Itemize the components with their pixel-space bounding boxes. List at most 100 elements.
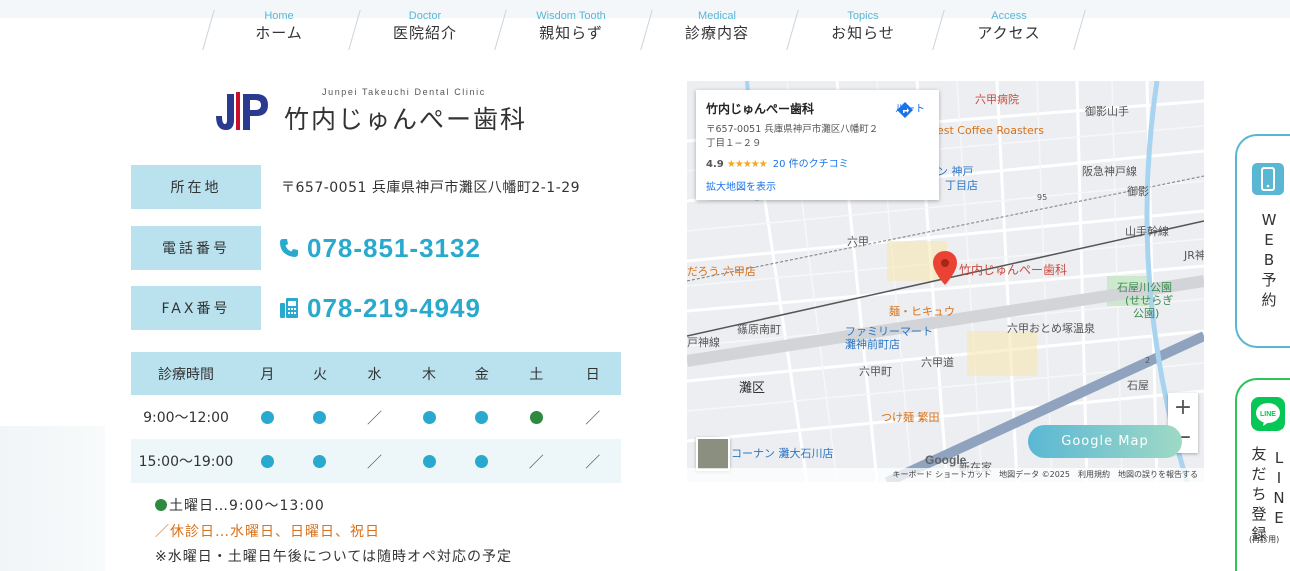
nav-topics[interactable]: Topics お知らせ	[790, 6, 936, 46]
map-label: つけ麺 繁田	[881, 411, 940, 424]
note-surgery: ※水曜日・土曜日午後については随時オペ対応の予定	[155, 549, 513, 565]
reviews-link[interactable]: 20 件のクチコミ	[773, 159, 849, 170]
nav-ja-label: アクセス	[977, 24, 1041, 42]
map-label: 六甲町	[859, 365, 892, 378]
map-label: est Coffee Roasters	[937, 124, 1045, 137]
map-label: 麺・ヒキュウ	[889, 305, 955, 318]
nav-ja-label: ホーム	[255, 24, 303, 42]
map-label: 丁目店	[945, 179, 978, 192]
nav-doctor[interactable]: Doctor 医院紹介	[352, 6, 498, 46]
web-reservation-tab[interactable]: W E B 予 約	[1235, 134, 1290, 348]
nav-ja-label: 親知らず	[539, 24, 603, 42]
fax-number: 078-219-4949	[307, 292, 481, 323]
note-saturday: 土曜日…9:00～13:00	[155, 495, 325, 515]
time-cell: 15:00～19:00	[131, 439, 241, 483]
closed-mark: ／	[528, 452, 544, 471]
day-header: 木	[402, 352, 456, 395]
schedule-table: 診療時間 月 火 水 木 金 土 日 9:00～12:00 ／ ／ 15:00～…	[131, 352, 621, 483]
tel-link[interactable]: 078-851-3132	[279, 233, 481, 264]
nav-en-label: Topics	[847, 10, 879, 22]
nav-ja-label: 診療内容	[684, 24, 749, 42]
schedule-row-afternoon: 15:00～19:00 ／ ／ ／	[131, 439, 621, 483]
nav-ja-label: お知らせ	[831, 24, 895, 42]
google-map-button[interactable]: Google Map	[1028, 425, 1182, 458]
address-row: 所在地 〒657-0051 兵庫県神戸市灘区八幡町2-1-29	[131, 165, 580, 209]
status-cell: ／	[346, 439, 403, 483]
line-icon: LINE	[1251, 397, 1285, 431]
satellite-toggle[interactable]	[696, 437, 730, 471]
map-label: 山手幹線	[1125, 225, 1169, 238]
nav-en-label: Access	[991, 10, 1027, 22]
map-label: 2	[1145, 356, 1151, 365]
status-cell: ／	[564, 395, 621, 439]
clinic-logo[interactable]: Junpei Takeuchi Dental Clinic 竹内じゅんぺー歯科	[212, 86, 552, 136]
status-cell	[402, 439, 456, 483]
map-label: 95	[1037, 193, 1048, 202]
map-label: 六甲病院	[975, 93, 1019, 106]
logo-name: 竹内じゅんぺー歯科	[284, 105, 528, 134]
map-label: 灘神前町店	[845, 338, 900, 351]
zoom-in-button[interactable]: +	[1168, 393, 1198, 423]
fax-row: FAX番号 078-219-4949	[131, 286, 481, 330]
line-register-tab[interactable]: LINE 友 だ ち 登 録 L I N E (再診用)	[1235, 378, 1290, 571]
green-dot-icon	[155, 499, 167, 511]
tel-number: 078-851-3132	[307, 232, 481, 263]
nav-en-label: Wisdom Tooth	[536, 10, 606, 22]
route-button[interactable]: ルート	[895, 100, 925, 118]
open-mark-icon	[313, 454, 327, 468]
time-cell: 9:00～12:00	[143, 410, 229, 426]
smartphone-icon	[1252, 163, 1284, 195]
map-label: 六甲	[847, 235, 869, 248]
directions-icon	[897, 102, 913, 118]
status-cell	[455, 439, 509, 483]
line-tab-label-en: L I N E	[1273, 449, 1285, 527]
map-label: 阪急神戸線	[1082, 165, 1137, 178]
map-label: JR神	[1184, 249, 1204, 262]
schedule-header: 診療時間	[131, 352, 241, 395]
map-label: 石屋	[1127, 379, 1149, 392]
day-header: 月	[241, 352, 294, 395]
map-label: 戸神線	[687, 336, 720, 349]
enlarge-map-link[interactable]: 拡大地図を表示	[706, 178, 929, 193]
tel-label: 電話番号	[131, 226, 261, 270]
status-cell: ／	[564, 439, 621, 483]
nav-home[interactable]: Home ホーム	[206, 6, 352, 46]
map-pin-icon[interactable]	[933, 251, 957, 285]
nav-access[interactable]: Access アクセス	[936, 6, 1082, 46]
open-mark-icon	[260, 410, 274, 424]
open-mark-icon	[475, 410, 489, 424]
nav-en-label: Home	[264, 10, 294, 22]
map-label: 公園)	[1133, 307, 1160, 320]
schedule-row-morning: 9:00～12:00 ／ ／	[131, 395, 621, 439]
google-map[interactable]: 六甲病院 御影山手 est Coffee Roasters ン 神戸 丁目店 阪…	[687, 81, 1204, 482]
address-value: 〒657-0051 兵庫県神戸市灘区八幡町2-1-29	[281, 180, 581, 196]
map-label: 六甲おとめ塚温泉	[1007, 322, 1095, 335]
map-label: 篠原南町	[737, 323, 781, 336]
map-footer: キーボード ショートカット 地図データ ©2025 利用規約 地図の誤りを報告す…	[687, 468, 1204, 482]
day-header: 火	[293, 352, 347, 395]
open-mark-icon	[422, 454, 436, 468]
nav-medical[interactable]: Medical 診療内容	[644, 6, 790, 46]
status-cell	[455, 395, 508, 439]
status-cell	[403, 395, 456, 439]
open-mark-icon	[313, 410, 327, 424]
open-mark-icon	[260, 454, 274, 468]
fax-label: FAX番号	[131, 286, 261, 330]
map-label: コーナン 灘大石川店	[731, 447, 834, 460]
day-header: 水	[346, 352, 403, 395]
status-cell	[294, 395, 347, 439]
nav-wisdom-tooth[interactable]: Wisdom Tooth 親知らず	[498, 6, 644, 46]
map-label: 灘区	[739, 381, 766, 396]
status-cell: ／	[508, 439, 565, 483]
map-label: 御影山手	[1085, 105, 1129, 118]
nav-en-label: Doctor	[408, 10, 442, 22]
fax-value: 078-219-4949	[279, 293, 481, 324]
map-label: 六甲道	[921, 356, 954, 369]
map-label: だろう 六甲店	[687, 265, 756, 278]
main-nav: Home ホーム Doctor 医院紹介 Wisdom Tooth 親知らず Medi…	[206, 6, 1082, 46]
day-header: 土	[508, 352, 565, 395]
status-cell	[241, 395, 294, 439]
web-tab-label: W E B 予 約	[1261, 211, 1277, 309]
day-header: 日	[564, 352, 621, 395]
open-mark-icon	[422, 410, 436, 424]
